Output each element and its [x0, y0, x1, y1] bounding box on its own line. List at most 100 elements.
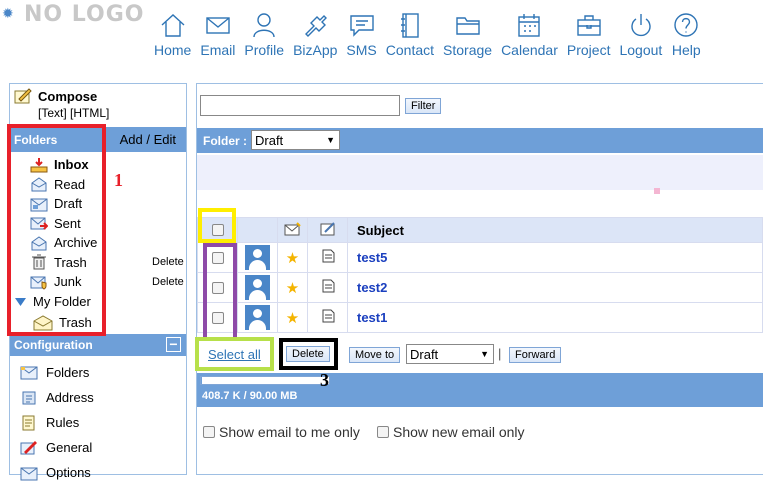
nav-email[interactable]: Email: [200, 10, 235, 58]
nav-label: Email: [200, 42, 236, 58]
nav-home[interactable]: Home: [154, 10, 191, 58]
calendar-icon: [518, 14, 541, 37]
star-icon[interactable]: ★: [277, 272, 308, 303]
config-options[interactable]: Options: [20, 460, 94, 485]
config-address[interactable]: Address: [20, 385, 94, 410]
nav-label: BizApp: [293, 42, 338, 58]
row-note-cell: [307, 302, 348, 333]
star-icon[interactable]: ★: [277, 242, 308, 273]
email-subject[interactable]: test1: [347, 302, 763, 333]
config-list: Folders Address Rules General Options: [20, 360, 94, 485]
star-icon[interactable]: ★: [277, 302, 308, 333]
config-label: Rules: [46, 415, 80, 430]
profile-icon: [253, 13, 275, 38]
home-icon: [161, 14, 185, 37]
row-avatar-cell: [237, 242, 278, 273]
move-to-select[interactable]: Draft ▼: [406, 344, 494, 364]
folder-select[interactable]: Draft ▼: [251, 130, 340, 150]
sms-icon: [349, 15, 374, 37]
storage-icon: [455, 17, 480, 35]
config-label: Address: [46, 390, 94, 405]
folder-bar-label: Folder :: [203, 134, 247, 148]
nav-profile[interactable]: Profile: [244, 10, 284, 58]
header-attach-cell[interactable]: [307, 217, 348, 243]
logo: ✹ NO LOGO: [2, 2, 145, 27]
quota-fill: [201, 377, 203, 384]
header-avatar-cell: [237, 217, 278, 243]
nav-storage[interactable]: Storage: [443, 10, 492, 58]
nav-label: Help: [671, 42, 701, 58]
nav-label: Project: [566, 42, 611, 58]
subject-header[interactable]: Subject: [347, 217, 763, 243]
flag-mail-icon: [284, 221, 302, 239]
compose-button[interactable]: Compose: [14, 88, 97, 104]
nav-bizapp[interactable]: BizApp: [293, 10, 337, 58]
configuration-title: Configuration: [14, 338, 93, 352]
nav-logout[interactable]: Logout: [619, 10, 662, 58]
nav-label: SMS: [346, 42, 377, 58]
logout-icon: [631, 14, 651, 37]
note-icon: [321, 249, 335, 266]
avatar: [245, 305, 270, 330]
row-note-cell: [307, 272, 348, 303]
nav-label: Home: [154, 42, 192, 58]
address-book-icon: [20, 390, 38, 406]
compose-formats[interactable]: [Text] [HTML]: [38, 106, 109, 120]
dropdown-arrow-icon: ▼: [326, 135, 335, 145]
config-label: Options: [46, 465, 91, 480]
note-icon: [321, 279, 335, 296]
search-input[interactable]: [200, 95, 400, 116]
show-new-checkbox[interactable]: [377, 426, 389, 438]
rules-icon: [20, 415, 38, 431]
add-edit-link[interactable]: Add / Edit: [120, 132, 176, 147]
collapse-toggle[interactable]: −: [166, 337, 181, 352]
show-to-me-option[interactable]: Show email to me only: [203, 424, 360, 440]
nav-sms[interactable]: SMS: [346, 10, 377, 58]
config-rules[interactable]: Rules: [20, 410, 94, 435]
config-label: Folders: [46, 365, 90, 380]
forward-button[interactable]: Forward: [509, 347, 562, 363]
annotation-label-3: 3: [320, 370, 329, 390]
compose-note-icon: [319, 221, 337, 239]
nav-help[interactable]: Help: [671, 10, 701, 58]
nav-calendar[interactable]: Calendar: [501, 10, 558, 58]
configuration-header: Configuration −: [10, 334, 186, 356]
show-new-option[interactable]: Show new email only: [377, 424, 525, 440]
show-new-label: Show new email only: [393, 424, 525, 440]
logo-star-icon: ✹: [2, 6, 15, 22]
trash-delete-link[interactable]: Delete: [152, 256, 184, 268]
move-to-select-value: Draft: [410, 346, 439, 362]
email-subject[interactable]: test5: [347, 242, 763, 273]
table-row[interactable]: ★ test1: [197, 302, 763, 333]
table-row[interactable]: ★ test5: [197, 242, 763, 273]
logo-text: NO LOGO: [24, 2, 145, 27]
nav-label: Logout: [619, 42, 663, 58]
options-icon: [20, 465, 38, 481]
annotation-box-yellow: [198, 208, 236, 243]
filter-button[interactable]: Filter: [405, 98, 442, 114]
project-icon: [576, 15, 601, 36]
compose-label: Compose: [38, 88, 98, 104]
table-row[interactable]: ★ test2: [197, 272, 763, 303]
avatar: [245, 275, 270, 300]
move-to-button[interactable]: Move to: [349, 347, 401, 363]
nav-label: Contact: [385, 42, 435, 58]
annotation-box-red: [7, 124, 106, 336]
quota-text: 408.7 K / 90.00 MB: [202, 390, 298, 402]
config-general[interactable]: General: [20, 435, 94, 460]
note-icon: [321, 309, 335, 326]
header-flag-cell[interactable]: [277, 217, 308, 243]
folders-icon: [20, 365, 38, 381]
show-to-me-checkbox[interactable]: [203, 426, 215, 438]
nav-contact[interactable]: Contact: [386, 10, 434, 58]
bizapp-icon: [305, 15, 328, 37]
annotation-box-black: [279, 338, 338, 370]
table-header-row: Subject: [197, 217, 763, 243]
nav-project[interactable]: Project: [566, 10, 611, 58]
email-subject[interactable]: test2: [347, 272, 763, 303]
config-label: General: [46, 440, 93, 455]
config-folders[interactable]: Folders: [20, 360, 94, 385]
folder-select-value: Draft: [255, 132, 284, 148]
marker-dot: [654, 188, 660, 194]
junk-delete-link[interactable]: Delete: [152, 276, 184, 288]
